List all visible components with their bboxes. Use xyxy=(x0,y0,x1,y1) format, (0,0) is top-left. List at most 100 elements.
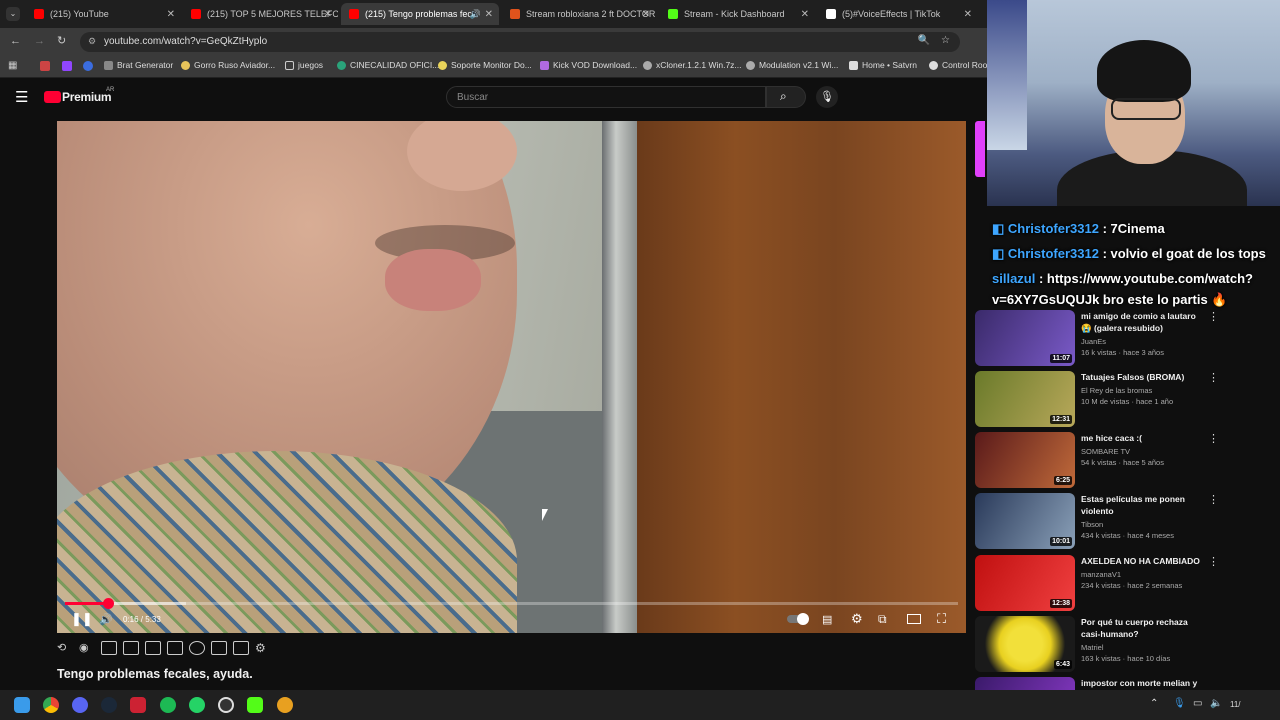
tab-6[interactable]: (5)#VoiceEffects | TikTok ✕ xyxy=(818,3,978,25)
app-icon[interactable] xyxy=(277,697,293,713)
kick-icon[interactable] xyxy=(247,697,263,713)
close-icon[interactable]: ✕ xyxy=(167,9,175,20)
rec-item-1[interactable]: 11:07 mi amigo de comio a lautaro 😭 (gal… xyxy=(975,310,1225,368)
speaker-icon[interactable]: 🔊 xyxy=(470,9,481,20)
site-info-icon[interactable]: ⚙ xyxy=(88,36,96,47)
forward-icon[interactable]: → xyxy=(34,35,45,47)
bookmark-star-icon[interactable]: ☆ xyxy=(941,35,950,46)
tray-chevron-icon[interactable]: ⌃ xyxy=(1150,698,1158,709)
tab-1[interactable]: (215) YouTube ✕ xyxy=(26,3,181,25)
tab-4[interactable]: Stream robloxiana 2 ft DOCTOR ✕ xyxy=(502,3,656,25)
rec-title[interactable]: me hice caca :( xyxy=(1081,432,1206,444)
rec-thumbnail[interactable] xyxy=(975,677,1075,690)
obs-icon[interactable] xyxy=(218,697,234,713)
mic-tray-icon[interactable]: 🎙 xyxy=(1173,698,1186,709)
bookmark-item[interactable]: Home • Satvrn xyxy=(849,60,917,70)
rec-thumbnail[interactable]: 10:01 xyxy=(975,493,1075,549)
subtitles-icon[interactable]: ▤ xyxy=(822,610,832,628)
rec-thumbnail[interactable]: 11:07 xyxy=(975,310,1075,366)
bookmark-item[interactable]: xCloner.1.2.1 Win.7z... xyxy=(643,60,742,70)
settings-gear-icon[interactable]: ⚙ xyxy=(851,610,863,628)
rec-thumbnail[interactable]: 6:43 xyxy=(975,616,1075,672)
more-options-icon[interactable]: ⋮ xyxy=(1208,432,1219,445)
discord-icon[interactable] xyxy=(72,697,88,713)
tab-3-active[interactable]: (215) Tengo problemas feca 🔊 ✕ xyxy=(341,3,499,25)
gear-icon[interactable]: ⚙ xyxy=(255,641,271,655)
volume-icon[interactable]: 🔊 xyxy=(99,610,113,628)
windows-start-icon[interactable] xyxy=(14,697,30,713)
close-icon[interactable]: ✕ xyxy=(801,9,809,20)
tab-search-icon[interactable]: ⌄ xyxy=(6,7,20,21)
rec-item-6[interactable]: 6:43 Por qué tu cuerpo rechaza casi-huma… xyxy=(975,616,1225,674)
apps-grid-icon[interactable]: ▦ xyxy=(8,60,17,71)
miniplayer-icon[interactable]: ⧉ xyxy=(878,610,887,628)
rec-item-3[interactable]: 6:25 me hice caca :( SOMBARE TV 54 k vis… xyxy=(975,432,1225,490)
whatsapp-icon[interactable] xyxy=(189,697,205,713)
close-icon[interactable]: ✕ xyxy=(324,9,332,20)
more-options-icon[interactable]: ⋮ xyxy=(1208,371,1219,384)
rec-title[interactable]: Por qué tu cuerpo rechaza casi-humano? xyxy=(1081,616,1206,640)
bookmark-item[interactable]: Control Room xyxy=(929,60,994,70)
more-options-icon[interactable]: ⋮ xyxy=(1208,493,1219,506)
rec-item-5[interactable]: 12:38 AXELDEA NO HA CAMBIADO manzanaV1 2… xyxy=(975,555,1225,613)
bookmark-item[interactable]: Modulation v2.1 Wi... xyxy=(746,60,838,70)
pause-button[interactable]: ❚❚ xyxy=(71,610,93,628)
more-options-icon[interactable]: ⋮ xyxy=(1208,555,1219,568)
reload-icon[interactable]: ↻ xyxy=(57,34,66,47)
bookmark-item[interactable]: Kick VOD Download... xyxy=(540,60,637,70)
playlist-icon[interactable] xyxy=(101,641,117,655)
steam-icon[interactable] xyxy=(101,697,117,713)
video-player[interactable]: ❚❚ 🔊 0:16 / 5:33 ▤ ⚙ ⧉ ⛶ xyxy=(57,121,966,633)
rec-thumb-partial[interactable] xyxy=(975,121,985,177)
add-icon[interactable] xyxy=(211,641,227,655)
menu-icon[interactable]: ☰ xyxy=(15,88,28,106)
bookmark-item[interactable]: CINECALIDAD OFICI... xyxy=(337,60,439,70)
screenshot-icon[interactable] xyxy=(233,641,249,655)
monitor-icon[interactable]: ▭ xyxy=(1193,698,1202,709)
rec-item-7[interactable]: impostor con morte melian y xyxy=(975,677,1225,690)
theater-mode-icon[interactable] xyxy=(907,610,921,628)
search-input[interactable]: Buscar xyxy=(446,86,766,108)
calendar-icon[interactable] xyxy=(123,641,139,655)
mic-icon[interactable]: 🎙 xyxy=(816,86,838,108)
zoom-icon[interactable]: 🔍 xyxy=(918,35,930,46)
url-input[interactable]: ⚙ youtube.com/watch?v=GeQkZtHyplo 🔍 ☆ xyxy=(80,32,960,52)
rec-item-4[interactable]: 10:01 Estas películas me ponen violento … xyxy=(975,493,1225,551)
autoplay-toggle[interactable] xyxy=(787,610,809,628)
rec-thumbnail[interactable]: 6:25 xyxy=(975,432,1075,488)
more-options-icon[interactable]: ⋮ xyxy=(1208,310,1219,323)
loop-icon[interactable]: ⟲ xyxy=(57,641,73,655)
rec-title[interactable]: mi amigo de comio a lautaro 😭 (galera re… xyxy=(1081,310,1206,334)
close-icon[interactable]: ✕ xyxy=(964,9,972,20)
speed-icon[interactable] xyxy=(189,641,205,655)
youtube-logo-icon[interactable] xyxy=(44,91,61,103)
rec-thumbnail[interactable]: 12:38 xyxy=(975,555,1075,611)
volume-tray-icon[interactable]: 🔈 xyxy=(1210,698,1222,709)
bookmark-item[interactable]: Brat Generator xyxy=(104,60,173,70)
crop-icon[interactable] xyxy=(145,641,161,655)
rec-title[interactable]: AXELDEA NO HA CAMBIADO xyxy=(1081,555,1206,567)
search-button[interactable]: ⌕ xyxy=(766,86,806,108)
bookmark-folder[interactable]: juegos xyxy=(285,60,323,70)
twitch-icon[interactable] xyxy=(62,61,72,71)
rec-item-2[interactable]: 12:31 Tatuajes Falsos (BROMA) El Rey de … xyxy=(975,371,1225,429)
rec-title[interactable]: Tatuajes Falsos (BROMA) xyxy=(1081,371,1206,383)
tab-5[interactable]: Stream - Kick Dashboard ✕ xyxy=(660,3,815,25)
close-icon[interactable]: ✕ xyxy=(642,9,650,20)
cinema-icon[interactable] xyxy=(167,641,183,655)
spotify-icon[interactable] xyxy=(160,697,176,713)
tab-2[interactable]: (215) TOP 5 MEJORES TELEFON ✕ xyxy=(183,3,338,25)
fullscreen-icon[interactable]: ⛶ xyxy=(937,610,946,628)
rec-title[interactable]: Estas películas me ponen violento xyxy=(1081,493,1206,517)
bookmark-item[interactable]: Gorro Ruso Aviador... xyxy=(181,60,275,70)
gmail-icon[interactable] xyxy=(40,61,50,71)
scrubber-handle[interactable] xyxy=(102,598,114,609)
back-icon[interactable]: ← xyxy=(10,35,21,47)
bookmark-icon[interactable] xyxy=(83,61,93,71)
progress-bar[interactable] xyxy=(65,598,958,609)
logo-text[interactable]: Premium xyxy=(62,90,112,104)
close-icon[interactable]: ✕ xyxy=(485,9,493,20)
rec-title[interactable]: impostor con morte melian y xyxy=(1081,677,1206,689)
bookmark-item[interactable]: Soporte Monitor Do... xyxy=(438,60,532,70)
clock[interactable]: 11/ xyxy=(1230,700,1241,709)
